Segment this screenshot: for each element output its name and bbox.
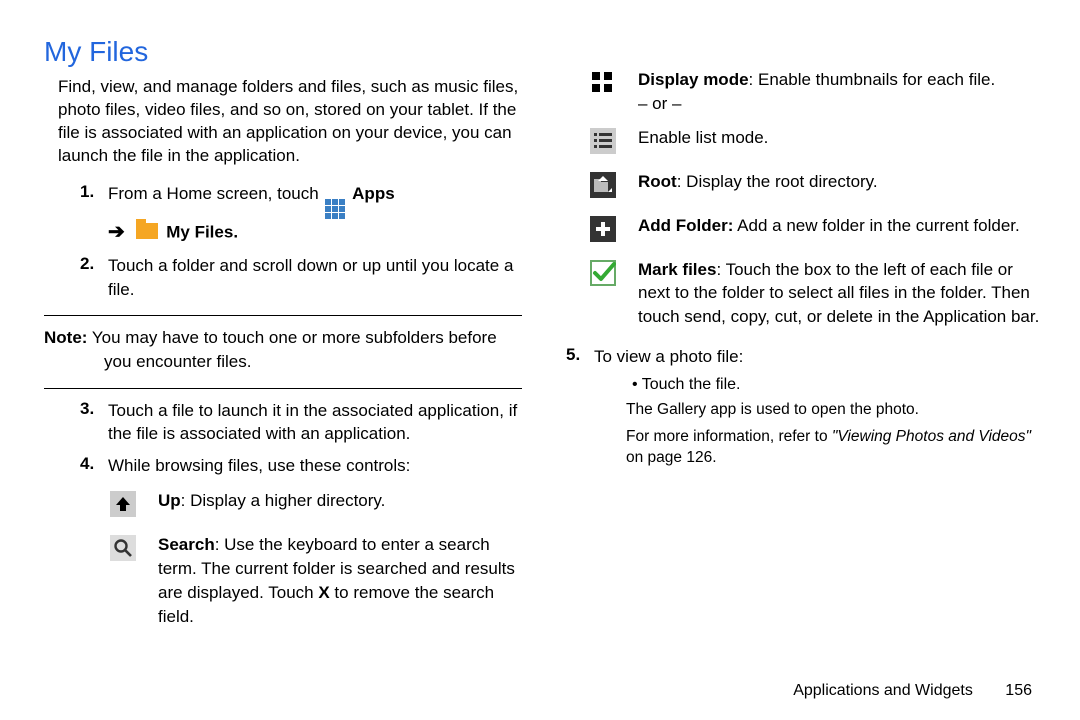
apps-icon: [325, 185, 345, 219]
page: My Files Find, view, and manage folders …: [0, 0, 1080, 720]
control-root: Root: Display the root directory.: [588, 170, 1040, 198]
moreinfo-a: For more information, refer to: [626, 428, 832, 445]
control-desc: Search: Use the keyboard to enter a sear…: [158, 533, 522, 628]
list-icon: [588, 126, 618, 154]
step-number: 3.: [80, 399, 108, 419]
check-icon: [588, 258, 618, 286]
myfiles-label: My Files: [166, 222, 233, 241]
control-desc: Enable list mode.: [638, 126, 1040, 150]
step-number: 4.: [80, 454, 108, 474]
step-3: 3. Touch a file to launch it in the asso…: [80, 399, 522, 446]
step-body: To view a photo file:: [594, 345, 1040, 368]
step-body: While browsing files, use these controls…: [108, 454, 522, 477]
control-display-list: Enable list mode.: [588, 126, 1040, 154]
left-column: My Files Find, view, and manage folders …: [44, 36, 522, 644]
columns: My Files Find, view, and manage folders …: [44, 36, 1040, 644]
control-mark-files: Mark files: Touch the box to the left of…: [588, 258, 1040, 329]
step-2: 2. Touch a folder and scroll down or up …: [80, 254, 522, 301]
mark-bold: Mark files: [638, 260, 716, 279]
control-desc: Mark files: Touch the box to the left of…: [638, 258, 1040, 329]
step-body: Touch a folder and scroll down or up unt…: [108, 254, 522, 301]
arrow-icon: ➔: [108, 221, 125, 243]
right-column: Display mode: Enable thumbnails for each…: [562, 36, 1040, 644]
note-lead: Note:: [44, 328, 87, 347]
step-number: 2.: [80, 254, 108, 274]
root-text: : Display the root directory.: [677, 172, 878, 191]
control-display-thumb: Display mode: Enable thumbnails for each…: [588, 68, 1040, 116]
up-icon: [108, 489, 138, 517]
moreinfo-link: "Viewing Photos and Videos": [832, 428, 1031, 445]
footer-section: Applications and Widgets: [793, 682, 973, 699]
root-icon: [588, 170, 618, 198]
page-number: 156: [1005, 682, 1032, 700]
step-5: 5. To view a photo file:: [566, 345, 1040, 368]
step-number: 5.: [566, 345, 594, 365]
or-text: – or –: [638, 92, 1040, 116]
step-number: 1.: [80, 182, 108, 202]
control-desc: Up: Display a higher directory.: [158, 489, 522, 513]
display-text: : Enable thumbnails for each file.: [749, 70, 996, 89]
step-1: 1. From a Home screen, touch Apps ➔ My F…: [80, 182, 522, 247]
section-title: My Files: [44, 36, 522, 68]
control-add-folder: Add Folder: Add a new folder in the curr…: [588, 214, 1040, 242]
moreinfo-b: on page 126.: [626, 449, 717, 466]
apps-label: Apps: [352, 184, 395, 203]
control-desc: Add Folder: Add a new folder in the curr…: [638, 214, 1040, 238]
step-4: 4. While browsing files, use these contr…: [80, 454, 522, 477]
add-folder-icon: [588, 214, 618, 242]
gallery-note: The Gallery app is used to open the phot…: [626, 400, 1040, 421]
intro-paragraph: Find, view, and manage folders and files…: [58, 76, 522, 168]
control-up: Up: Display a higher directory.: [108, 489, 522, 517]
search-bold: Search: [158, 535, 215, 554]
control-desc: Root: Display the root directory.: [638, 170, 1040, 194]
grid-icon: [588, 68, 618, 96]
folder-icon: [136, 223, 158, 239]
step-body: From a Home screen, touch Apps ➔ My File…: [108, 182, 522, 247]
root-bold: Root: [638, 172, 677, 191]
control-search: Search: Use the keyboard to enter a sear…: [108, 533, 522, 628]
addfolder-text: Add a new folder in the current folder.: [733, 216, 1019, 235]
search-icon: [108, 533, 138, 561]
note-text2: you encounter files.: [104, 350, 522, 374]
footer: Applications and Widgets 156: [793, 682, 1032, 700]
steps-1-2: 1. From a Home screen, touch Apps ➔ My F…: [80, 182, 522, 302]
control-desc: Display mode: Enable thumbnails for each…: [638, 68, 1040, 116]
step-body: Touch a file to launch it in the associa…: [108, 399, 522, 446]
up-text: : Display a higher directory.: [181, 491, 386, 510]
divider: [44, 315, 522, 316]
divider: [44, 388, 522, 389]
bullet-touch-file: • Touch the file.: [632, 376, 1040, 394]
search-x: X: [318, 583, 329, 602]
steps-3-4: 3. Touch a file to launch it in the asso…: [80, 399, 522, 477]
display-bold: Display mode: [638, 70, 749, 89]
note-text: You may have to touch one or more subfol…: [92, 328, 497, 347]
up-bold: Up: [158, 491, 181, 510]
step1-text-a: From a Home screen, touch: [108, 184, 323, 203]
note: Note: You may have to touch one or more …: [44, 326, 522, 374]
addfolder-bold: Add Folder:: [638, 216, 733, 235]
moreinfo: For more information, refer to "Viewing …: [626, 427, 1040, 469]
